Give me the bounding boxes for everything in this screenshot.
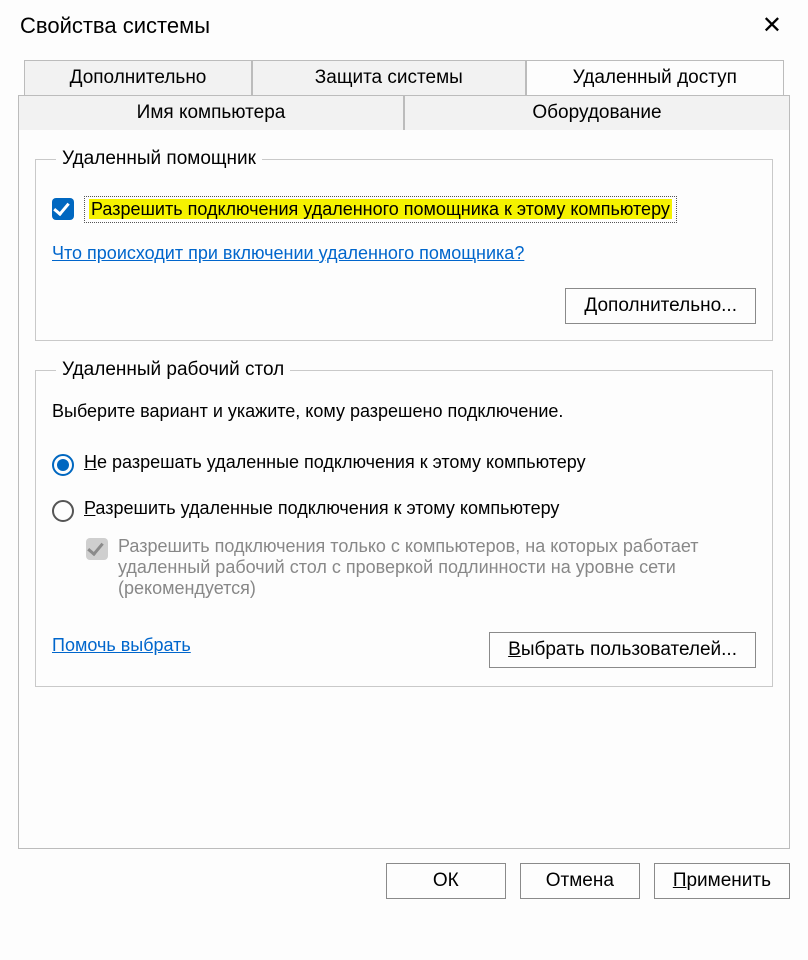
titlebar: Свойства системы ✕ (0, 0, 808, 52)
window-title: Свойства системы (20, 13, 210, 39)
rdp-bottom-row: Помочь выбрать Выбрать пользователей... (52, 629, 756, 670)
rdp-option-disallow-row: Не разрешать удаленные подключения к это… (52, 452, 756, 476)
nla-checkbox (86, 538, 108, 560)
assistant-advanced-button[interactable]: Дополнительно... (565, 288, 756, 324)
rdp-intro: Выберите вариант и укажите, кому разреше… (52, 401, 756, 422)
allow-assistant-checkbox[interactable] (52, 198, 74, 220)
tab-panel-remote: Удаленный помощник Разрешить подключения… (18, 129, 790, 849)
remote-assistant-group: Удаленный помощник Разрешить подключения… (35, 148, 773, 341)
rdp-radio-disallow-label: Не разрешать удаленные подключения к это… (84, 452, 586, 473)
dialog-body: Дополнительно Защита системы Удаленный д… (0, 52, 808, 849)
nla-row: Разрешить подключения только с компьютер… (86, 536, 756, 599)
cancel-button[interactable]: Отмена (520, 863, 640, 899)
rdp-option-allow-row: Разрешить удаленные подключения к этому … (52, 498, 756, 522)
assistant-help-link[interactable]: Что происходит при включении удаленного … (52, 243, 524, 264)
tab-system-protection[interactable]: Защита системы (252, 60, 526, 95)
remote-assistant-legend: Удаленный помощник (56, 148, 262, 170)
apply-button[interactable]: Применить (654, 863, 790, 899)
rdp-radio-allow[interactable] (52, 500, 74, 522)
ok-button[interactable]: ОК (386, 863, 506, 899)
tab-computer-name[interactable]: Имя компьютера (18, 95, 404, 130)
allow-assistant-label: Разрешить подключения удаленного помощни… (89, 199, 672, 219)
tab-hardware[interactable]: Оборудование (404, 95, 790, 130)
allow-assistant-row: Разрешить подключения удаленного помощни… (52, 196, 756, 223)
nla-label: Разрешить подключения только с компьютер… (118, 536, 756, 599)
tab-advanced[interactable]: Дополнительно (24, 60, 252, 95)
allow-assistant-label-focus: Разрешить подключения удаленного помощни… (84, 196, 677, 223)
remote-desktop-group: Удаленный рабочий стол Выберите вариант … (35, 359, 773, 687)
select-users-button[interactable]: Выбрать пользователей... (489, 632, 756, 668)
rdp-help-link[interactable]: Помочь выбрать (52, 635, 191, 656)
tab-strip: Дополнительно Защита системы Удаленный д… (18, 60, 790, 849)
rdp-radio-disallow[interactable] (52, 454, 74, 476)
rdp-radio-allow-label: Разрешить удаленные подключения к этому … (84, 498, 559, 519)
tab-remote[interactable]: Удаленный доступ (526, 60, 784, 95)
remote-desktop-legend: Удаленный рабочий стол (56, 359, 290, 381)
dialog-button-bar: ОК Отмена Применить (0, 849, 808, 913)
close-icon[interactable]: ✕ (752, 10, 792, 42)
system-properties-window: Свойства системы ✕ Дополнительно Защита … (0, 0, 808, 960)
